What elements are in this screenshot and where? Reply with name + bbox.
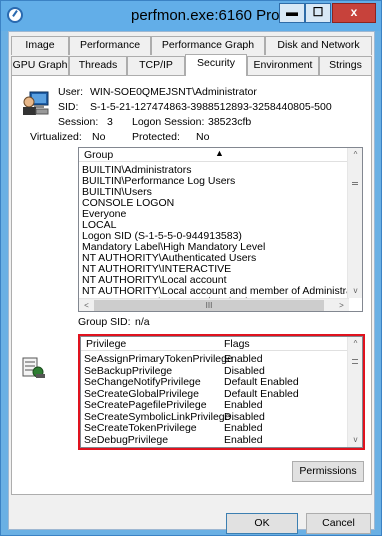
session-label: Session: bbox=[58, 116, 99, 128]
logon-session-value: 38523cfb bbox=[208, 116, 252, 128]
group-sid-value: n/a bbox=[135, 316, 150, 328]
privileges-highlight-box bbox=[78, 334, 365, 450]
tab-strings[interactable]: Strings bbox=[319, 56, 372, 75]
user-computer-icon bbox=[23, 91, 49, 115]
permissions-button[interactable]: Permissions bbox=[292, 461, 364, 482]
properties-window: perfmon.exe:6160 Properties ▬ ☐ x Image … bbox=[0, 0, 382, 536]
scroll-down-arrow-icon[interactable]: v bbox=[348, 284, 362, 298]
groups-horizontal-scrollbar[interactable]: < III > bbox=[79, 298, 349, 311]
groups-column-header[interactable]: Group ▲ bbox=[79, 148, 349, 162]
tab-row-2: GPU Graph Threads TCP/IP Security Enviro… bbox=[11, 54, 372, 76]
user-label: User: bbox=[58, 86, 84, 98]
session-value: 3 bbox=[107, 116, 113, 128]
tab-threads[interactable]: Threads bbox=[69, 56, 127, 75]
tab-image[interactable]: Image bbox=[11, 36, 69, 55]
horizontal-scroll-thumb[interactable]: III bbox=[94, 300, 324, 311]
privileges-icon bbox=[22, 357, 45, 378]
dialog-client-area: Image Performance Performance Graph Disk… bbox=[8, 31, 375, 534]
tab-performance-graph[interactable]: Performance Graph bbox=[151, 36, 265, 55]
groups-list[interactable]: Group ▲ BUILTIN\Administrators BUILTIN\Pe… bbox=[78, 147, 363, 312]
virtualized-label: Virtualized: bbox=[30, 131, 82, 143]
close-button[interactable]: x bbox=[332, 3, 376, 23]
tab-gpu-graph[interactable]: GPU Graph bbox=[11, 56, 69, 75]
tab-security[interactable]: Security bbox=[185, 54, 247, 76]
security-panel: User: WIN-SOE0QMEJSNT\Administrator SID:… bbox=[11, 75, 372, 495]
scroll-right-arrow-icon[interactable]: > bbox=[334, 299, 349, 311]
tab-row-1: Image Performance Performance Graph Disk… bbox=[11, 36, 372, 55]
group-column-label: Group bbox=[84, 149, 114, 161]
tab-disk-and-network[interactable]: Disk and Network bbox=[265, 36, 372, 55]
scroll-grip-icon bbox=[352, 182, 358, 185]
group-sid-label: Group SID: bbox=[78, 316, 131, 328]
tab-tcpip[interactable]: TCP/IP bbox=[127, 56, 185, 75]
minimize-button[interactable]: ▬ bbox=[279, 3, 305, 23]
protected-value: No bbox=[196, 131, 210, 143]
groups-vertical-scrollbar[interactable]: ^ v bbox=[347, 148, 362, 298]
ok-button[interactable]: OK bbox=[226, 513, 298, 534]
scroll-up-arrow-icon[interactable]: ^ bbox=[348, 148, 362, 162]
user-value: WIN-SOE0QMEJSNT\Administrator bbox=[90, 86, 257, 98]
sid-value: S-1-5-21-127474863-3988512893-3258440805… bbox=[90, 101, 332, 113]
process-explorer-icon[interactable] bbox=[7, 7, 23, 23]
sid-label: SID: bbox=[58, 101, 79, 113]
cancel-button[interactable]: Cancel bbox=[306, 513, 371, 534]
virtualized-value: No bbox=[92, 131, 106, 143]
title-bar[interactable]: perfmon.exe:6160 Properties ▬ ☐ x bbox=[1, 1, 381, 31]
scroll-left-arrow-icon[interactable]: < bbox=[79, 299, 94, 311]
tab-environment[interactable]: Environment bbox=[247, 56, 319, 75]
logon-session-label: Logon Session: bbox=[132, 116, 205, 128]
protected-label: Protected: bbox=[132, 131, 180, 143]
maximize-button[interactable]: ☐ bbox=[305, 3, 331, 23]
sort-ascending-icon: ▲ bbox=[215, 148, 224, 158]
tab-performance[interactable]: Performance bbox=[69, 36, 151, 55]
